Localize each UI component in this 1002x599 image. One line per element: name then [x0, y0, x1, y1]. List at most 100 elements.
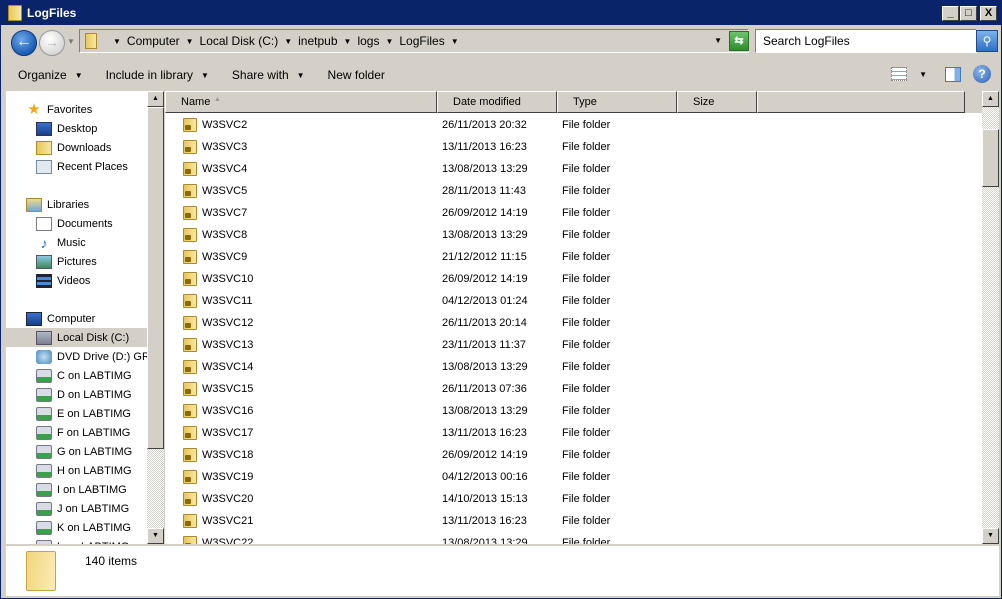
nav-item[interactable]: Pictures — [6, 252, 147, 271]
nav-item[interactable]: Documents — [6, 214, 147, 233]
nav-item[interactable]: Desktop — [6, 119, 147, 138]
locked-folder-icon — [183, 470, 197, 484]
search-button[interactable]: ⚲ — [976, 30, 998, 52]
breadcrumb-separator[interactable]: ▼ — [186, 37, 194, 46]
new-folder-button[interactable]: New folder — [328, 68, 385, 82]
address-history-dropdown[interactable]: ▼ — [714, 36, 722, 45]
file-name: W3SVC16 — [202, 405, 254, 417]
nav-item[interactable]: L on LABTIMG — [6, 537, 147, 544]
address-bar[interactable]: ▼ Computer ▼ Local Disk (C:) ▼ inetpub ▼ logs ▼ L… — [79, 29, 749, 53]
file-row[interactable]: W3SVC12 26/11/2013 20:14 File folder — [165, 312, 982, 334]
navigation-scroll-thumb[interactable] — [147, 107, 164, 449]
file-row[interactable]: W3SVC17 13/11/2013 16:23 File folder — [165, 422, 982, 444]
nav-item[interactable]: D on LABTIMG — [6, 385, 147, 404]
file-row[interactable]: W3SVC8 13/08/2013 13:29 File folder — [165, 224, 982, 246]
scroll-down-button[interactable]: ▼ — [147, 528, 164, 544]
dvd-drive-icon — [36, 349, 52, 364]
file-row[interactable]: W3SVC19 04/12/2013 00:16 File folder — [165, 466, 982, 488]
nav-item[interactable]: Recent Places — [6, 157, 147, 176]
breadcrumb-separator[interactable]: ▼ — [451, 37, 459, 46]
breadcrumb-separator[interactable]: ▼ — [344, 37, 352, 46]
file-row[interactable]: W3SVC7 26/09/2012 14:19 File folder — [165, 202, 982, 224]
nav-item[interactable]: DVD Drive (D:) GRM — [6, 347, 147, 366]
breadcrumb-separator[interactable]: ▼ — [113, 37, 121, 46]
share-with-button[interactable]: Share with ▼ — [232, 68, 305, 82]
breadcrumb-item[interactable]: Local Disk (C:) — [200, 34, 279, 48]
file-list-scroll-thumb[interactable] — [982, 128, 999, 187]
nav-item[interactable]: J on LABTIMG — [6, 499, 147, 518]
nav-item[interactable]: H on LABTIMG — [6, 461, 147, 480]
file-row[interactable]: W3SVC5 28/11/2013 11:43 File folder — [165, 180, 982, 202]
file-row[interactable]: W3SVC13 23/11/2013 11:37 File folder — [165, 334, 982, 356]
nav-item[interactable]: Videos — [6, 271, 147, 290]
forward-button[interactable]: → — [39, 30, 65, 56]
breadcrumb-item[interactable]: LogFiles — [399, 34, 444, 48]
nav-item[interactable]: Downloads — [6, 138, 147, 157]
date-modified: 13/08/2013 13:29 — [442, 229, 528, 241]
locked-folder-icon — [183, 514, 197, 528]
column-header-type[interactable]: Type — [557, 91, 677, 113]
breadcrumb-item[interactable]: inetpub — [298, 34, 337, 48]
file-row[interactable]: W3SVC11 04/12/2013 01:24 File folder — [165, 290, 982, 312]
file-row[interactable]: W3SVC14 13/08/2013 13:29 File folder — [165, 356, 982, 378]
scroll-up-button[interactable]: ▲ — [147, 91, 164, 107]
nav-item[interactable]: I on LABTIMG — [6, 480, 147, 499]
network-drive-icon — [36, 520, 52, 535]
file-row[interactable]: W3SVC21 13/11/2013 16:23 File folder — [165, 510, 982, 532]
nav-item-favorites[interactable]: ★ Favorites — [6, 100, 147, 119]
new-folder-label: New folder — [327, 68, 385, 82]
file-row[interactable]: W3SVC2 26/11/2013 20:32 File folder — [165, 114, 982, 136]
close-button[interactable]: X — [980, 6, 997, 21]
view-options-dropdown[interactable]: ▼ — [919, 70, 927, 79]
search-input[interactable]: Search LogFiles — [755, 29, 977, 53]
column-header-name[interactable]: Name ▲ — [165, 91, 437, 113]
file-type: File folder — [562, 383, 611, 395]
breadcrumb-item[interactable]: logs — [357, 34, 379, 48]
file-row[interactable]: W3SVC16 13/08/2013 13:29 File folder — [165, 400, 982, 422]
column-header-size[interactable]: Size — [677, 91, 757, 113]
help-icon[interactable]: ? — [973, 65, 991, 83]
nav-item[interactable]: K on LABTIMG — [6, 518, 147, 537]
recent-pages-dropdown[interactable]: ▼ — [67, 37, 75, 46]
preview-pane-icon[interactable] — [945, 66, 961, 82]
file-row[interactable]: W3SVC4 13/08/2013 13:29 File folder — [165, 158, 982, 180]
minimize-button[interactable]: _ — [942, 6, 959, 21]
nav-item[interactable]: E on LABTIMG — [6, 404, 147, 423]
network-drive-icon — [36, 463, 52, 478]
nav-item[interactable]: C on LABTIMG — [6, 366, 147, 385]
file-row[interactable]: W3SVC20 14/10/2013 15:13 File folder — [165, 488, 982, 510]
nav-item[interactable]: F on LABTIMG — [6, 423, 147, 442]
nav-item[interactable]: ♪ Music — [6, 233, 147, 252]
scroll-down-button[interactable]: ▼ — [982, 528, 999, 544]
column-header-label: Type — [573, 96, 597, 108]
file-row[interactable]: W3SVC10 26/09/2012 14:19 File folder — [165, 268, 982, 290]
chevron-down-icon: ▼ — [74, 70, 83, 80]
share-with-label: Share with — [231, 68, 289, 82]
navigation-scrollbar[interactable]: ▲ ▼ — [147, 91, 164, 544]
file-list-scrollbar[interactable]: ▲ ▼ — [982, 91, 999, 544]
file-name-cell: W3SVC17 — [183, 426, 253, 440]
file-row[interactable]: W3SVC9 21/12/2012 11:15 File folder — [165, 246, 982, 268]
nav-item-computer[interactable]: Computer — [6, 309, 147, 328]
change-view-icon[interactable] — [891, 67, 908, 81]
scroll-up-button[interactable]: ▲ — [982, 91, 999, 107]
refresh-button[interactable]: ⇆ — [729, 31, 749, 51]
column-header-date-modified[interactable]: Date modified — [437, 91, 557, 113]
file-row[interactable]: W3SVC3 13/11/2013 16:23 File folder — [165, 136, 982, 158]
breadcrumb-item[interactable]: Computer — [127, 34, 180, 48]
breadcrumb-separator[interactable]: ▼ — [284, 37, 292, 46]
column-headers: Name ▲ Date modified Type Size — [165, 91, 982, 113]
maximize-button[interactable]: □ — [960, 6, 977, 21]
nav-label: D on LABTIMG — [57, 388, 132, 401]
details-pane: 140 items — [6, 546, 999, 596]
back-button[interactable]: ← — [11, 30, 37, 56]
include-in-library-button[interactable]: Include in library ▼ — [106, 68, 209, 82]
nav-item-libraries[interactable]: Libraries — [6, 195, 147, 214]
nav-item[interactable]: Local Disk (C:) — [6, 328, 147, 347]
breadcrumb-separator[interactable]: ▼ — [385, 37, 393, 46]
file-row[interactable]: W3SVC15 26/11/2013 07:36 File folder — [165, 378, 982, 400]
file-row[interactable]: W3SVC22 13/08/2013 13:29 File folder — [165, 532, 982, 544]
file-row[interactable]: W3SVC18 26/09/2012 14:19 File folder — [165, 444, 982, 466]
nav-item[interactable]: G on LABTIMG — [6, 442, 147, 461]
organize-button[interactable]: Organize ▼ — [18, 68, 83, 82]
